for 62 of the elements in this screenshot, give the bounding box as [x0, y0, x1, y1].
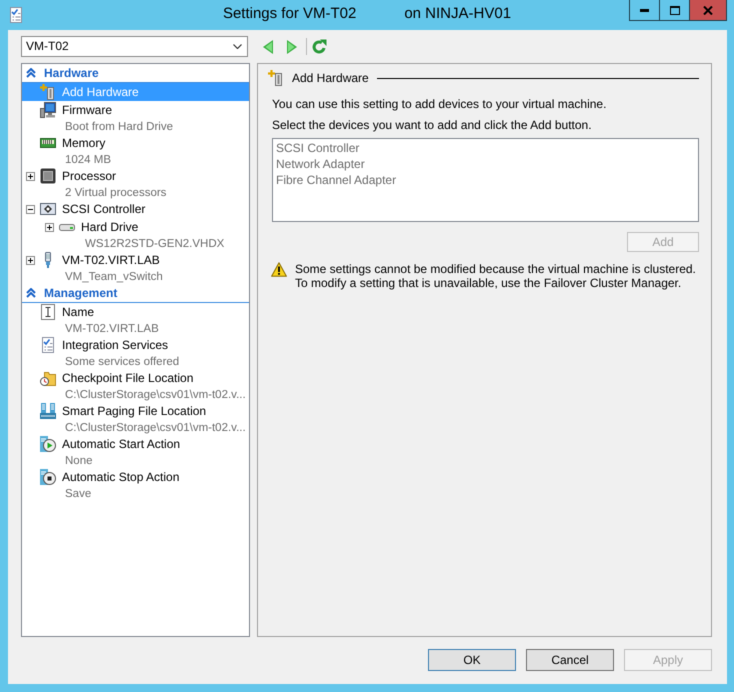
warning-icon — [271, 262, 287, 277]
chip-icon — [40, 168, 56, 184]
instruction-text: You can use this setting to add devices to your virtual machine. — [272, 97, 608, 112]
play-disc-icon — [40, 436, 56, 452]
tree-item[interactable]: Firmware — [22, 101, 249, 119]
tree-item-detail: VM-T02.VIRT.LAB — [65, 323, 159, 335]
tree-item[interactable]: Automatic Stop Action — [22, 468, 249, 486]
maximize-icon — [670, 6, 680, 14]
expand-icon[interactable] — [26, 172, 35, 180]
checklist-icon — [40, 337, 56, 353]
close-button[interactable] — [689, 0, 727, 21]
tree-item[interactable]: Smart Paging File Location — [22, 402, 249, 420]
text-field-icon — [40, 304, 56, 320]
expand-icon[interactable] — [26, 256, 35, 264]
tree-item-detail: C:\ClusterStorage\csv01\vm-t02.v... — [65, 389, 246, 401]
tree-item[interactable]: SCSI Controller — [22, 200, 249, 218]
tree-item-detail: WS12R2STD-GEN2.VHDX — [85, 238, 224, 250]
plus-card-icon — [40, 84, 56, 100]
expand-icon[interactable] — [45, 222, 54, 232]
section-header[interactable]: Hardware — [44, 66, 99, 80]
stop-disc-icon — [40, 469, 56, 485]
warning-text: Some settings cannot be modified because the virtual machine is clustered. To modify a setting that is unavailable, use the Failover Cluster Manager. — [295, 262, 697, 290]
tree-item[interactable]: Name — [22, 303, 249, 321]
checklist-icon — [8, 7, 24, 23]
tree-item[interactable]: Integration Services — [22, 336, 249, 354]
double-chevron-up-icon[interactable] — [26, 288, 36, 298]
memory-stick-icon — [40, 135, 56, 151]
tree-item-detail: Some services offered — [65, 356, 180, 368]
section-header[interactable]: Management — [44, 286, 118, 300]
dialog-button[interactable]: OK — [428, 649, 516, 671]
tree-item[interactable]: VM-T02.VIRT.LAB — [22, 251, 249, 269]
maximize-button[interactable] — [659, 0, 689, 21]
panel-title: Add Hardware — [292, 70, 369, 86]
caret-icon — [233, 44, 242, 49]
tree-item[interactable]: Automatic Start Action — [22, 435, 249, 453]
tree-item[interactable]: Processor — [22, 167, 249, 185]
tree-item-detail: None — [65, 455, 92, 467]
memory-bars-icon — [40, 403, 56, 419]
minimize-button[interactable] — [629, 0, 659, 21]
tree-item-detail: 2 Virtual processors — [65, 187, 166, 199]
window-title: Settings for VM-T02 — [222, 4, 356, 22]
close-icon — [703, 6, 713, 14]
folder-clock-icon — [40, 370, 56, 386]
tree-item-detail: Boot from Hard Drive — [65, 121, 174, 133]
tree-item-detail: 1024 MB — [65, 154, 112, 166]
instruction-text: Select the devices you want to add and click the Add button. — [272, 118, 593, 133]
plus-card-icon — [268, 70, 284, 86]
collapse-icon[interactable] — [26, 204, 35, 214]
tree-item[interactable]: Hard Drive — [22, 218, 249, 236]
dialog-button[interactable]: Cancel — [526, 649, 614, 671]
tree-item-detail: VM_Team_vSwitch — [65, 271, 163, 283]
window-title: on NINJA-HV01 — [404, 4, 512, 22]
refresh-icon[interactable] — [311, 38, 327, 54]
vm-dropdown[interactable]: VM-T02 — [21, 36, 248, 57]
controller-card-icon — [40, 201, 56, 217]
double-chevron-up-icon[interactable] — [26, 68, 36, 78]
tree-item[interactable]: Checkpoint File Location — [22, 369, 249, 387]
tree-item-detail: Save — [65, 488, 92, 500]
tree-item[interactable]: Memory — [22, 134, 249, 152]
monitor-icon — [40, 102, 56, 118]
minimize-icon — [640, 8, 649, 12]
tree-item-detail: C:\ClusterStorage\csv01\vm-t02.v... — [65, 422, 246, 434]
